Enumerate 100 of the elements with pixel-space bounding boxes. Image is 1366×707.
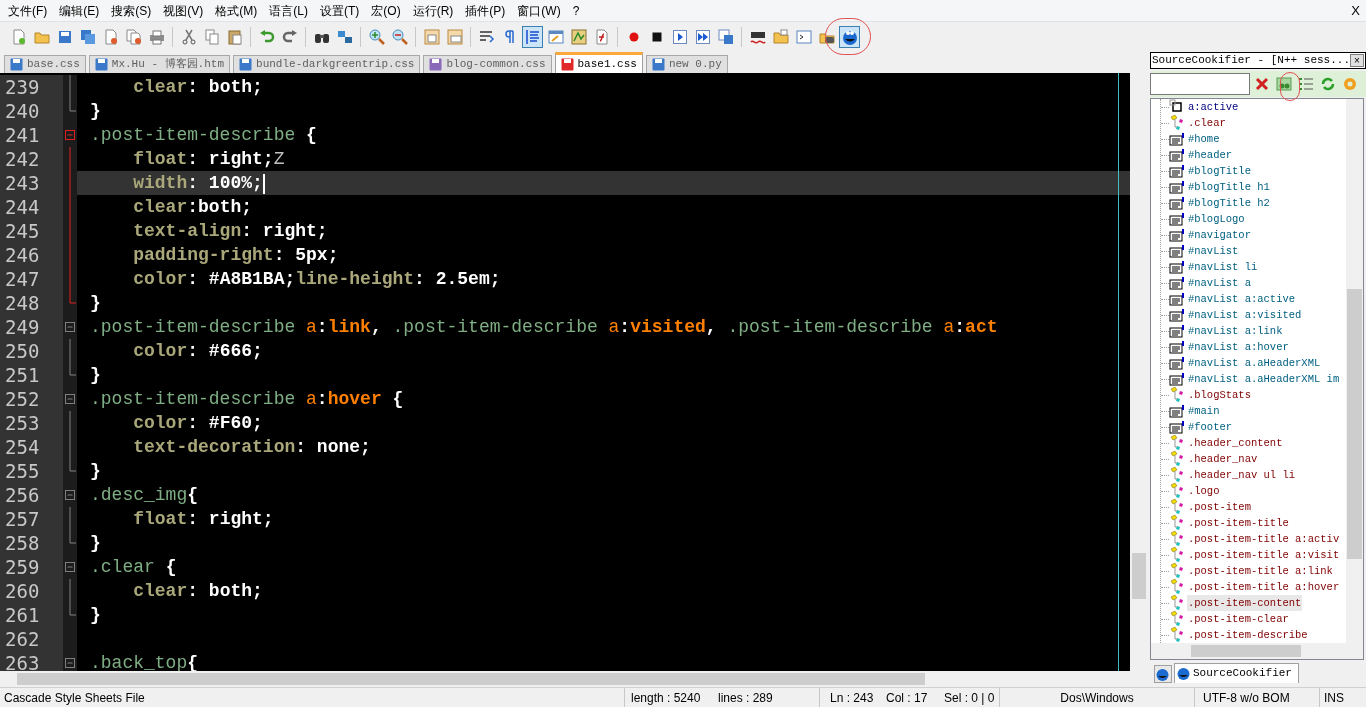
tree-item[interactable]: .post-item-title a:hover xyxy=(1186,579,1341,595)
fold-toggle-icon[interactable] xyxy=(65,562,75,572)
menu-item[interactable]: ? xyxy=(566,0,586,22)
code-line: clear:both; xyxy=(132,196,253,219)
indent-guide-icon xyxy=(524,29,541,45)
code-line: } xyxy=(89,604,101,627)
tree-item[interactable]: #blogTitle xyxy=(1186,163,1252,179)
tree-item[interactable]: #blogTitle h2 xyxy=(1186,195,1271,211)
line-number: 243 xyxy=(0,171,63,195)
code-line: clear: both; xyxy=(132,580,263,603)
tree-item[interactable]: .header_nav ul li xyxy=(1186,467,1297,483)
vertical-scrollbar[interactable] xyxy=(1346,99,1363,659)
tree-item[interactable]: #blogTitle h1 xyxy=(1186,179,1271,195)
line-number: 239 xyxy=(0,75,63,99)
menu-item[interactable]: 窗口(W) xyxy=(511,0,567,22)
tree-item[interactable]: #navList li xyxy=(1186,259,1259,275)
window-icon[interactable] xyxy=(1275,76,1292,92)
tree-item[interactable]: #navList a:link xyxy=(1186,323,1284,339)
code-line: float: right;Z xyxy=(132,148,285,171)
line-number: 254 xyxy=(0,435,63,459)
tree-item[interactable]: .post-item-title xyxy=(1186,515,1290,531)
menu-item[interactable]: 插件(P) xyxy=(459,0,512,22)
clear-filter-icon[interactable] xyxy=(1253,76,1270,92)
code-line: color: #666; xyxy=(132,340,263,363)
menu-item[interactable]: 搜索(S) xyxy=(105,0,158,22)
status-text: Dos\Windows xyxy=(1060,689,1134,707)
tree-item[interactable]: .header_content xyxy=(1186,435,1284,451)
line-number: 241 xyxy=(0,123,63,147)
horizontal-scrollbar[interactable] xyxy=(1150,643,1346,659)
tree-item[interactable]: .logo xyxy=(1186,483,1221,499)
refresh-icon[interactable] xyxy=(1319,76,1336,92)
tree-item[interactable]: .post-item-content xyxy=(1186,595,1303,611)
fold-toggle-icon[interactable] xyxy=(65,490,75,500)
tree-item[interactable]: .header_nav xyxy=(1186,451,1259,467)
status-text: lines : 289 xyxy=(718,689,773,707)
file-tab[interactable]: bundle-darkgreentrip.css xyxy=(233,55,421,73)
tree-item[interactable]: #navList a:visited xyxy=(1186,307,1303,323)
tree-item[interactable]: .post-item-title a:link xyxy=(1186,563,1334,579)
console-icon xyxy=(795,29,812,45)
panel-tab[interactable]: SourceCookifier xyxy=(1173,663,1299,683)
list-icon[interactable] xyxy=(1297,76,1314,92)
spellcheck-icon xyxy=(749,29,766,45)
tree-item[interactable]: #blogLogo xyxy=(1186,211,1246,227)
file-tab[interactable]: Mx.Hu - 博客园.htm xyxy=(88,55,231,73)
tree-item[interactable]: .post-item-describe xyxy=(1186,627,1309,643)
save-all-icon xyxy=(79,29,96,45)
toolbar-button[interactable] xyxy=(839,26,860,48)
menu-item[interactable]: 运行(R) xyxy=(406,0,460,22)
line-number: 245 xyxy=(0,219,63,243)
tree-item[interactable]: .post-item-clear xyxy=(1186,611,1290,627)
tree-item[interactable]: #navList a.aHeaderXML im xyxy=(1186,371,1341,387)
save-icon xyxy=(56,29,73,45)
file-tab[interactable]: new 0.py xyxy=(645,55,728,73)
file-tab[interactable]: base1.css xyxy=(554,52,643,73)
line-number: 261 xyxy=(0,603,63,627)
tree-item[interactable]: .post-item xyxy=(1186,499,1252,515)
fold-toggle-icon[interactable] xyxy=(65,130,75,140)
menu-item[interactable]: 视图(V) xyxy=(157,0,210,22)
code-line: } xyxy=(89,532,101,555)
menu-item[interactable]: 宏(O) xyxy=(365,0,407,22)
line-number: 263 xyxy=(0,651,63,671)
tree-item[interactable]: .blogStats xyxy=(1186,387,1252,403)
tree-item[interactable]: #navigator xyxy=(1186,227,1252,243)
search-field[interactable] xyxy=(1149,73,1250,95)
tree-item[interactable]: #navList a:hover xyxy=(1186,339,1290,355)
tree-item[interactable]: #header xyxy=(1186,147,1234,163)
tree-item[interactable]: #navList a.aHeaderXML xyxy=(1186,355,1322,371)
file-tab[interactable]: base.css xyxy=(4,55,86,73)
tree-item[interactable]: .clear xyxy=(1186,115,1227,131)
tree-item[interactable]: #navList a xyxy=(1186,275,1252,291)
line-number: 260 xyxy=(0,579,63,603)
menu-item[interactable]: 设置(T) xyxy=(314,0,366,22)
code-line: .post-item-describe a:hover { xyxy=(89,388,404,411)
menu-item[interactable]: 格式(M) xyxy=(209,0,264,22)
undo-icon xyxy=(258,29,275,45)
menu-item[interactable]: 编辑(E) xyxy=(53,0,106,22)
file-tab[interactable]: blog-common.css xyxy=(423,55,552,73)
tree-item[interactable]: #home xyxy=(1186,131,1221,147)
tree-item[interactable]: #footer xyxy=(1186,419,1234,435)
tree-item[interactable]: #navList xyxy=(1186,243,1240,259)
close-button[interactable]: X xyxy=(1345,0,1366,21)
tree-item[interactable]: .post-item-title a:visit xyxy=(1186,547,1341,563)
panel-tab[interactable] xyxy=(1153,665,1172,683)
menu-item[interactable]: 语言(L) xyxy=(263,0,314,22)
fold-toggle-icon[interactable] xyxy=(65,322,75,332)
fold-toggle-icon[interactable] xyxy=(65,658,75,668)
fold-toggle-icon[interactable] xyxy=(65,394,75,404)
tree-item[interactable]: #navList a:active xyxy=(1186,291,1297,307)
code-line: text-align: right; xyxy=(132,220,328,243)
code-line: .post-item-describe a:link, .post-item-describe a:visited, .post-item-describe a:act xyxy=(89,316,998,339)
tree-item[interactable]: #main xyxy=(1186,403,1221,419)
code-line: float: right; xyxy=(132,508,274,531)
line-number: 240 xyxy=(0,99,63,123)
menu-item[interactable]: 文件(F) xyxy=(2,0,54,22)
code-line: } xyxy=(89,100,101,123)
code-line: clear: both; xyxy=(132,76,263,99)
tree-item[interactable]: .post-item-title a:activ xyxy=(1186,531,1341,547)
tree-item[interactable]: a:active xyxy=(1186,99,1240,115)
code-line: color: #F60; xyxy=(132,412,263,435)
close-button[interactable]: × xyxy=(1350,54,1364,67)
